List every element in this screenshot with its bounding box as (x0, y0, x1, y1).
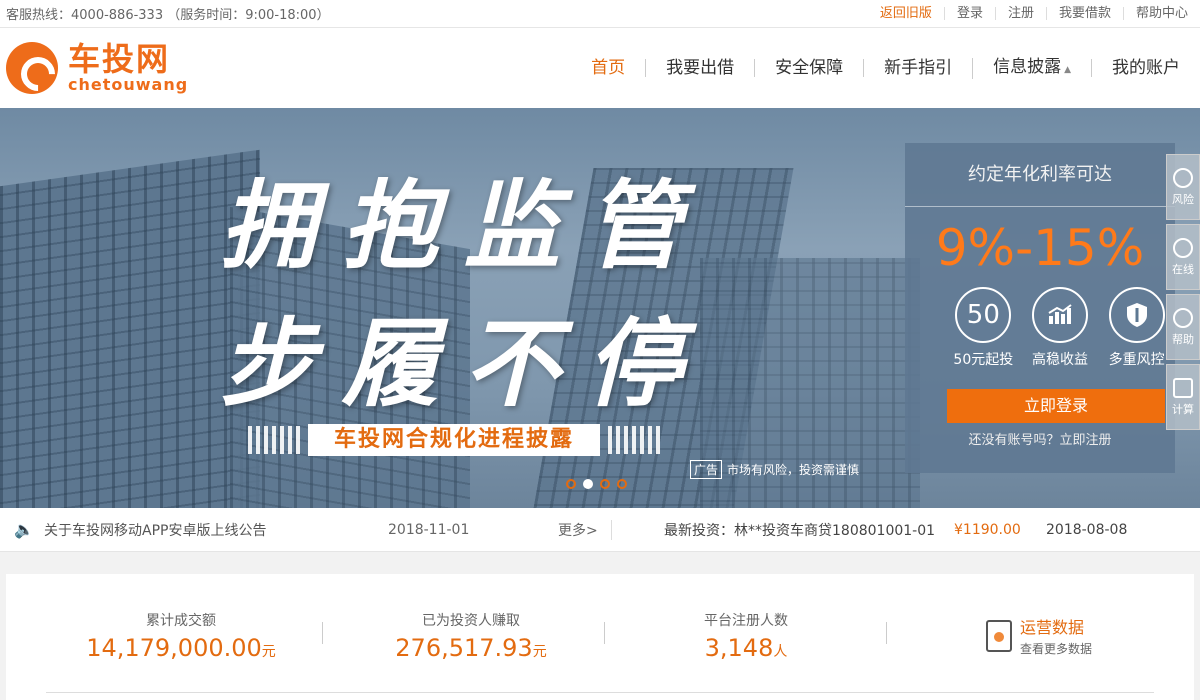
chart-icon (1032, 287, 1088, 343)
hotline-text: 客服热线：4000-886-333 （服务时间：9:00-18:00） (6, 8, 330, 23)
latest-investment: 最新投资：林**投资车商贷180801001-01 (664, 522, 936, 539)
operations-data-link[interactable]: 运营数据 查看更多数据 (986, 614, 1092, 657)
top-links: 返回旧版 登录 注册 我要借款 帮助中心 (868, 0, 1200, 27)
stat-value: 276,517.93元 (366, 634, 576, 662)
register-link[interactable]: 注册 (994, 7, 1046, 20)
feature-label: 高稳收益 (1032, 352, 1088, 368)
ad-notice: 广告 市场有风险，投资需谨慎 (690, 460, 859, 479)
nav-security[interactable]: 安全保障 (754, 59, 863, 77)
platform-stats: 累计成交额 14,179,000.00元 已为投资人赚取 276,517.93元… (6, 574, 1194, 700)
stats-divider-line (46, 692, 1154, 693)
logo-chinese: 车投网 (68, 40, 171, 78)
help-tool-button[interactable]: 帮助 (1166, 294, 1200, 360)
carousel-dot[interactable] (566, 479, 576, 489)
interest-rate: 9%-15% (935, 219, 1145, 277)
slogan-line-2: 步履不停 (220, 307, 708, 420)
caret-up-icon: ▲ (1064, 64, 1071, 75)
logo-english: chetouwang (68, 75, 189, 94)
stat-users: 平台注册人数 3,148人 (656, 610, 836, 662)
feature-list: 50 50元起投 高稳收益 多重风控 (905, 287, 1175, 369)
carousel-dots (566, 479, 634, 489)
main-nav: 首页 我要出借 安全保障 新手指引 信息披露 ▲ 我的账户 (571, 28, 1200, 108)
ops-subtitle: 查看更多数据 (1020, 642, 1093, 656)
login-now-button[interactable]: 立即登录 (947, 389, 1165, 423)
notice-more-link[interactable]: 更多> (558, 519, 612, 540)
feature-risk-control: 多重风控 (1098, 287, 1175, 369)
stat-number: 14,179,000.00 (86, 634, 262, 662)
clipboard-icon (986, 619, 1012, 652)
speaker-icon: 🔈 (14, 520, 34, 539)
nav-account[interactable]: 我的账户 (1091, 59, 1200, 77)
stat-earned: 已为投资人赚取 276,517.93元 (366, 610, 576, 662)
panel-title: 约定年化利率可达 (905, 143, 1175, 207)
stat-unit: 元 (261, 644, 276, 660)
notice-date: 2018-11-01 (388, 521, 470, 538)
stat-divider (604, 622, 605, 644)
nav-disclosure[interactable]: 信息披露 ▲ (972, 56, 1091, 79)
shield-icon (1108, 287, 1165, 343)
investment-date: 2018-08-08 (1046, 521, 1128, 538)
stat-label: 平台注册人数 (704, 613, 788, 629)
feature-label: 多重风控 (1108, 352, 1165, 368)
carousel-dot[interactable] (617, 479, 627, 489)
ops-title: 运营数据 (1020, 618, 1085, 637)
stat-divider (322, 622, 323, 644)
feature-min-invest: 50 50元起投 (945, 287, 1022, 369)
nav-guide[interactable]: 新手指引 (863, 59, 972, 77)
site-logo[interactable]: 车投网 chetouwang (6, 42, 188, 94)
old-version-link[interactable]: 返回旧版 (868, 7, 944, 20)
login-link[interactable]: 登录 (943, 7, 995, 20)
banner-subtitle-band: 车投网合规化进程披露 (248, 424, 661, 456)
stat-number: 276,517.93 (395, 634, 533, 662)
nav-home[interactable]: 首页 (571, 59, 645, 77)
online-service-button[interactable]: 在线 (1166, 224, 1200, 290)
help-center-link[interactable]: 帮助中心 (1122, 7, 1200, 20)
stat-total-volume: 累计成交额 14,179,000.00元 (76, 610, 286, 662)
stat-unit: 元 (532, 644, 547, 660)
slogan-line-1: 拥抱监管 (220, 169, 708, 282)
ad-text: 市场有风险，投资需谨慎 (727, 463, 860, 477)
stat-value: 3,148人 (656, 634, 836, 662)
ad-tag: 广告 (690, 460, 723, 479)
hero-banner[interactable]: 拥抱监管 步履不停 车投网合规化进程披露 广告 市场有风险，投资需谨慎 约定年化… (0, 108, 1200, 508)
borrow-link[interactable]: 我要借款 (1045, 7, 1123, 20)
carousel-dot[interactable] (600, 479, 610, 489)
fifty-icon: 50 (955, 287, 1012, 343)
notice-title[interactable]: 关于车投网移动APP安卓版上线公告 (44, 520, 388, 540)
investment-amount: ¥1190.00 (954, 521, 1021, 538)
side-label: 计算 (1172, 402, 1194, 416)
side-label: 帮助 (1172, 332, 1194, 346)
stat-unit: 人 (773, 644, 788, 660)
stat-value: 14,179,000.00元 (76, 634, 286, 662)
register-prompt[interactable]: 还没有账号吗？立即注册 (905, 429, 1175, 448)
side-toolbar: 风险 在线 帮助 计算 (1166, 154, 1200, 434)
stat-number: 3,148 (704, 634, 774, 662)
calculator-icon (1173, 377, 1193, 398)
top-utility-bar: 客服热线：4000-886-333 （服务时间：9:00-18:00） 返回旧版… (0, 0, 1200, 28)
carousel-dot-active[interactable] (583, 479, 593, 489)
main-header: 车投网 chetouwang 首页 我要出借 安全保障 新手指引 信息披露 ▲ 我… (0, 28, 1200, 108)
nav-invest[interactable]: 我要出借 (645, 59, 754, 77)
side-label: 在线 (1172, 262, 1194, 276)
login-panel: 约定年化利率可达 9%-15% 50 50元起投 高稳收益 多重风控 立即登录 … (905, 143, 1175, 473)
risk-tool-button[interactable]: 风险 (1166, 154, 1200, 220)
stat-label: 累计成交额 (146, 613, 216, 629)
notice-bar: 🔈 关于车投网移动APP安卓版上线公告 2018-11-01 更多> 最新投资：… (0, 508, 1200, 552)
side-label: 风险 (1172, 192, 1194, 206)
chat-icon (1173, 307, 1193, 328)
nav-disclosure-label: 信息披露 (993, 56, 1062, 77)
banner-subtitle: 车投网合规化进程披露 (308, 424, 601, 456)
logo-c-icon (6, 42, 58, 94)
stat-divider (886, 622, 887, 644)
feature-stable-return: 高稳收益 (1022, 287, 1099, 369)
headset-icon (1173, 237, 1193, 258)
stat-label: 已为投资人赚取 (422, 613, 520, 629)
feature-label: 50元起投 (953, 352, 1014, 368)
calculator-tool-button[interactable]: 计算 (1166, 364, 1200, 430)
bulb-icon (1173, 167, 1193, 188)
stripe-decoration (248, 426, 300, 454)
stripe-decoration (608, 426, 661, 454)
